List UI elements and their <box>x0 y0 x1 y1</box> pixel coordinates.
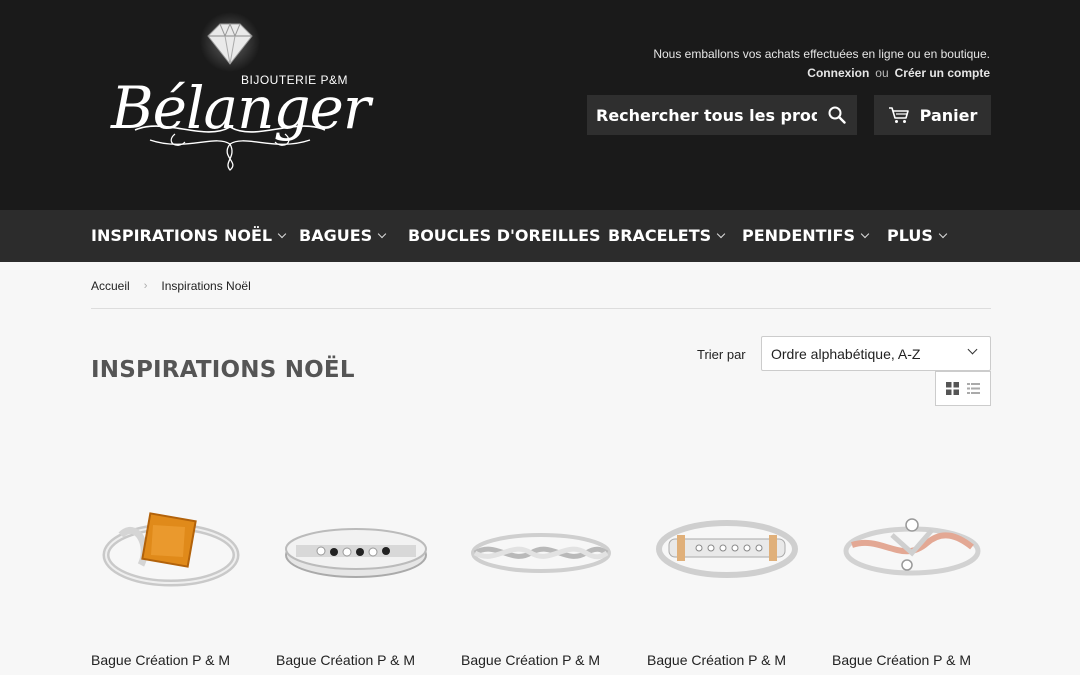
nav-item-label: BRACELETS <box>608 226 712 245</box>
cart-icon <box>888 107 909 123</box>
register-link[interactable]: Créer un compte <box>895 66 990 80</box>
sort-label: Trier par <box>697 347 746 362</box>
nav-item-label: PENDENTIFS <box>742 226 855 245</box>
product-card[interactable]: Bague Création P & M <box>276 455 436 668</box>
product-card[interactable]: Bague Création P & M <box>91 455 251 668</box>
product-name[interactable]: Bague Création P & M <box>832 652 971 668</box>
product-name[interactable]: Bague Création P & M <box>461 652 600 668</box>
nav-item-bracelets[interactable]: BRACELETS <box>608 226 726 245</box>
product-card[interactable]: Bague Création P & M <box>832 455 992 668</box>
nav-item-plus[interactable]: PLUS <box>887 226 948 245</box>
search-bar[interactable]: Rechercher tous les produits... <box>587 95 857 135</box>
nav-item-label: BAGUES <box>299 226 373 245</box>
nav-item-boucles-doreilles[interactable]: BOUCLES D'OREILLES <box>408 226 601 245</box>
nav-item-label: BOUCLES D'OREILLES <box>408 226 601 245</box>
product-image[interactable] <box>461 455 621 635</box>
chevron-down-icon <box>277 229 287 238</box>
breadcrumb: Accueil › Inspirations Noël <box>91 279 251 293</box>
main-nav: INSPIRATIONS NOËL BAGUES BOUCLES D'OREIL… <box>0 210 1080 262</box>
logo-name: Bélanger <box>111 74 371 142</box>
search-input[interactable]: Rechercher tous les produits... <box>587 106 817 125</box>
nav-item-bagues[interactable]: BAGUES <box>299 226 387 245</box>
sort-select-value: Ordre alphabétique, A-Z <box>771 345 921 362</box>
chevron-down-icon <box>938 229 948 238</box>
divider <box>91 308 991 309</box>
product-card[interactable]: Bague Création P & M <box>647 455 807 668</box>
nav-item-inspirations-noel[interactable]: INSPIRATIONS NOËL <box>91 226 287 245</box>
site-header: BIJOUTERIE P&M Bélanger Nous emballons v… <box>0 0 1080 210</box>
nav-item-label: INSPIRATIONS NOËL <box>91 226 273 245</box>
search-icon <box>828 106 846 124</box>
store-logo[interactable]: BIJOUTERIE P&M Bélanger <box>105 12 371 177</box>
chevron-down-icon <box>967 344 978 355</box>
grid-view-icon[interactable] <box>946 382 959 395</box>
product-name[interactable]: Bague Création P & M <box>91 652 230 668</box>
sort-select[interactable]: Ordre alphabétique, A-Z <box>761 336 991 371</box>
product-card[interactable]: Bague Création P & M <box>461 455 621 668</box>
chevron-right-icon: › <box>143 280 148 292</box>
product-image[interactable] <box>91 455 251 635</box>
product-image[interactable] <box>832 455 992 635</box>
chevron-down-icon <box>860 229 870 238</box>
cart-button[interactable]: Panier <box>874 95 991 135</box>
login-link[interactable]: Connexion <box>807 66 869 80</box>
list-view-icon[interactable] <box>967 382 980 395</box>
product-image[interactable] <box>647 455 807 635</box>
chevron-down-icon <box>377 229 387 238</box>
breadcrumb-current: Inspirations Noël <box>161 279 251 293</box>
account-links: Connexion ou Créer un compte <box>807 66 990 80</box>
nav-item-label: PLUS <box>887 226 933 245</box>
search-button[interactable] <box>817 95 857 135</box>
nav-item-pendentifs[interactable]: PENDENTIFS <box>742 226 870 245</box>
product-image[interactable] <box>276 455 436 635</box>
chevron-down-icon <box>716 229 726 238</box>
announcement-text: Nous emballons vos achats effectuées en … <box>653 47 990 61</box>
page-title: INSPIRATIONS NOËL <box>91 357 355 383</box>
breadcrumb-home-link[interactable]: Accueil <box>91 279 130 293</box>
view-toggle <box>935 371 991 406</box>
product-name[interactable]: Bague Création P & M <box>647 652 786 668</box>
product-name[interactable]: Bague Création P & M <box>276 652 415 668</box>
cart-label: Panier <box>919 105 978 125</box>
or-separator: ou <box>875 66 889 80</box>
